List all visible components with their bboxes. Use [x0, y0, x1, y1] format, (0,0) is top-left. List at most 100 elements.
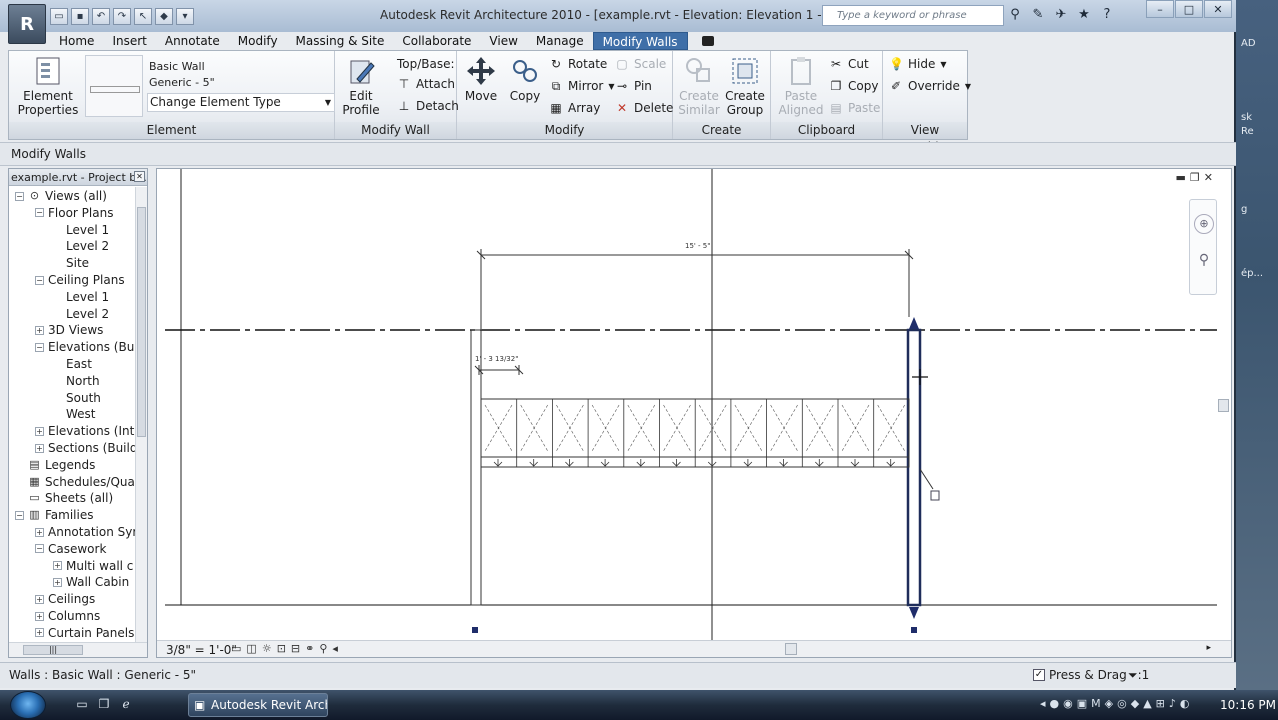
change-element-type-select[interactable]: Change Element Type ▼: [147, 93, 335, 112]
zoom-icon[interactable]: ⚲: [1194, 252, 1214, 272]
steering-wheel-icon[interactable]: ⊕: [1194, 214, 1214, 234]
close-button[interactable]: ✕: [1204, 0, 1232, 18]
scroll-thumb[interactable]: |||: [23, 645, 83, 655]
wall-cabinet[interactable]: [480, 398, 910, 468]
collapse-icon[interactable]: −: [35, 275, 44, 285]
restore-view-icon[interactable]: ❐: [1190, 171, 1200, 184]
paste-button[interactable]: ▤ Paste: [829, 101, 880, 115]
element-properties-button[interactable]: Element Properties: [13, 55, 83, 117]
tab-manage[interactable]: Manage: [527, 32, 593, 50]
browser-item[interactable]: − Ceiling Plans: [35, 272, 125, 288]
browser-item[interactable]: Level 2: [53, 238, 109, 254]
star-icon[interactable]: ★: [1075, 6, 1093, 24]
pin-button[interactable]: ⊸ Pin: [615, 79, 652, 93]
create-similar-button[interactable]: Create Similar: [677, 55, 721, 117]
browser-item[interactable]: + Ceilings: [35, 591, 95, 607]
shadows-icon[interactable]: ☼: [262, 642, 272, 655]
expand-icon[interactable]: +: [53, 561, 62, 571]
detail-level-icon[interactable]: ▭: [231, 642, 241, 655]
expand-icon[interactable]: +: [35, 594, 44, 604]
show-desktop-icon[interactable]: ▭: [74, 696, 90, 712]
hide-button[interactable]: 💡 Hide ▼: [889, 57, 947, 71]
tab-view[interactable]: View: [480, 32, 526, 50]
rotate-button[interactable]: ↻ Rotate: [549, 57, 607, 71]
create-group-button[interactable]: Create Group: [723, 55, 767, 117]
delete-button[interactable]: ✕ Delete: [615, 101, 673, 115]
temporary-hide-icon[interactable]: ⚭: [305, 642, 314, 655]
copy-button[interactable]: Copy: [505, 55, 545, 103]
redo-icon[interactable]: ↷: [113, 8, 131, 25]
browser-item[interactable]: + Elevations (Inte: [35, 423, 142, 439]
view-scale[interactable]: 3/8" = 1'-0": [166, 643, 237, 657]
tray-app-icon[interactable]: ◎: [1117, 697, 1127, 710]
detach-button[interactable]: ⊥ Detach: [397, 99, 459, 113]
browser-item[interactable]: + Multi wall c: [53, 558, 133, 574]
browser-item[interactable]: − ▥ Families: [15, 507, 93, 523]
search-input[interactable]: Type a keyword or phrase: [822, 5, 1004, 26]
array-button[interactable]: ▦ Array: [549, 101, 600, 115]
browser-horizontal-scrollbar[interactable]: |||: [9, 642, 147, 657]
start-button[interactable]: [10, 691, 46, 719]
checkbox-checked-icon[interactable]: ✓: [1033, 669, 1045, 681]
visual-style-icon[interactable]: ◫: [246, 642, 256, 655]
expand-icon[interactable]: +: [35, 611, 44, 621]
browser-item[interactable]: − Casework: [35, 541, 106, 557]
close-icon[interactable]: ✕: [134, 171, 145, 182]
mirror-button[interactable]: ⧉ Mirror ▼: [549, 79, 615, 93]
attach-button[interactable]: ⊤ Attach: [397, 77, 455, 91]
scroll-thumb[interactable]: [137, 207, 146, 437]
browser-item[interactable]: +3D Views: [35, 322, 103, 338]
minimize-button[interactable]: –: [1146, 0, 1174, 18]
reveal-hidden-icon[interactable]: ⚲: [319, 642, 327, 655]
ribbon-minimize-icon[interactable]: [701, 36, 714, 46]
tab-collaborate[interactable]: Collaborate: [393, 32, 480, 50]
expand-icon[interactable]: +: [35, 628, 44, 638]
tray-app-icon[interactable]: ▣: [1077, 697, 1087, 710]
cut-button[interactable]: ✂ Cut: [829, 57, 869, 71]
key-icon[interactable]: ✎: [1029, 6, 1047, 24]
tab-home[interactable]: Home: [50, 32, 103, 50]
volume-icon[interactable]: ♪: [1169, 697, 1176, 710]
scroll-thumb[interactable]: [785, 643, 797, 655]
application-menu-button[interactable]: R: [8, 4, 46, 44]
browser-item[interactable]: Level 1: [53, 222, 109, 238]
browser-item[interactable]: North: [53, 373, 100, 389]
tray-app-icon[interactable]: ◐: [1180, 697, 1190, 710]
scale-button[interactable]: ▢ Scale: [615, 57, 666, 71]
network-icon[interactable]: ⊞: [1156, 697, 1165, 710]
press-drag-checkbox[interactable]: ✓ Press & Drag: [1033, 668, 1127, 682]
browser-item[interactable]: + Annotation Syr: [35, 524, 137, 540]
expand-icon[interactable]: +: [53, 577, 62, 587]
save-icon[interactable]: ▪: [71, 8, 89, 25]
binoculars-icon[interactable]: ⚲: [1006, 6, 1024, 24]
close-view-icon[interactable]: ✕: [1204, 171, 1213, 184]
expand-icon[interactable]: +: [35, 426, 44, 436]
tray-app-icon[interactable]: ◉: [1063, 697, 1073, 710]
browser-item[interactable]: ▦ Schedules/Quar: [15, 474, 139, 490]
clock[interactable]: 10:16 PM: [1220, 698, 1276, 712]
paste-aligned-button[interactable]: Paste Aligned: [775, 55, 827, 117]
browser-item[interactable]: ▭ Sheets (all): [15, 490, 113, 506]
edit-profile-button[interactable]: Edit Profile: [339, 55, 383, 117]
collapse-icon[interactable]: −: [35, 544, 44, 554]
browser-item[interactable]: East: [53, 356, 92, 372]
tab-massing-site[interactable]: Massing & Site: [287, 32, 394, 50]
browser-item[interactable]: Site: [53, 255, 89, 271]
scroll-right-icon[interactable]: ▸: [1206, 643, 1211, 653]
collapse-icon[interactable]: −: [15, 510, 24, 520]
show-crop-icon[interactable]: ⊟: [291, 642, 300, 655]
small-dimension-text[interactable]: 1' - 3 13/32": [475, 355, 518, 363]
maximize-button[interactable]: □: [1175, 0, 1203, 18]
minimize-view-icon[interactable]: ▬: [1176, 171, 1186, 184]
browser-item[interactable]: South: [53, 390, 101, 406]
override-button[interactable]: ✐ Override ▼: [889, 79, 971, 93]
browser-item[interactable]: Level 2: [53, 306, 109, 322]
expand-icon[interactable]: +: [35, 527, 44, 537]
browser-item[interactable]: + Curtain Panels: [35, 625, 134, 641]
expand-icon[interactable]: +: [35, 325, 44, 335]
tab-insert[interactable]: Insert: [103, 32, 155, 50]
selection-filter[interactable]: ⏷:1: [1128, 668, 1149, 683]
undo-icon[interactable]: ↶: [92, 8, 110, 25]
browser-item[interactable]: ▤ Legends: [15, 457, 95, 473]
help-icon[interactable]: ?: [1098, 6, 1116, 24]
